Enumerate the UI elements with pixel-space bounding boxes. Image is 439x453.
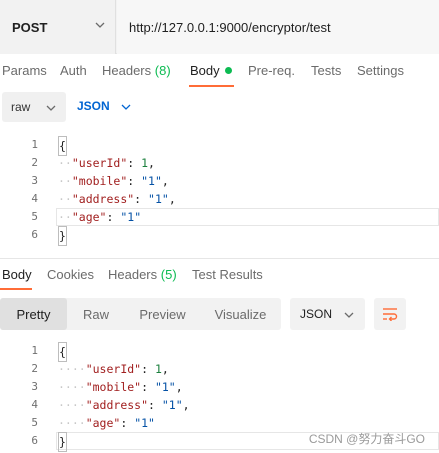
tab-headers-count: (8) [154,63,171,78]
line-number: 1 [31,344,38,357]
view-mode-raw[interactable]: Raw [67,298,125,330]
line-number: 5 [31,210,38,223]
line-number: 6 [31,228,38,241]
code-text: ····"mobile": "1", [58,380,183,394]
view-mode-visualize[interactable]: Visualize [200,298,281,330]
code-text: ··"age": "1" [58,210,142,224]
code-text: ····"age": "1" [58,416,155,430]
chevron-down-icon [121,104,131,110]
view-mode-segmented: Pretty Raw Preview Visualize [0,298,281,330]
request-tabs: Params Auth Headers (8) Body Pre-req. Te… [0,58,439,88]
code-text: } [58,432,67,452]
request-body-editor[interactable]: 1 { 2 ··"userId": 1, 3 ··"mobile": "1", … [0,136,439,248]
response-tab-test-results[interactable]: Test Results [192,267,263,282]
code-text: ··"address": "1", [58,192,176,206]
line-number: 5 [31,416,38,429]
code-text: ··"mobile": "1", [58,174,169,188]
line-number: 4 [31,192,38,205]
url-input[interactable]: http://127.0.0.1:9000/encryptor/test [117,0,439,54]
body-modified-dot [224,67,232,75]
code-text: ····"userId": 1, [58,362,169,376]
wrap-lines-button[interactable] [374,298,406,330]
tab-tests[interactable]: Tests [311,63,341,78]
view-mode-pretty[interactable]: Pretty [0,298,67,330]
code-line: 4 ····"address": "1", [0,396,439,414]
line-number: 2 [31,156,38,169]
tab-auth[interactable]: Auth [60,63,87,78]
tab-body[interactable]: Body [190,63,232,78]
code-line: 1 { [0,136,439,156]
line-number: 3 [31,174,38,187]
tab-settings[interactable]: Settings [357,63,404,78]
response-tab-headers[interactable]: Headers (5) [108,267,177,282]
code-text: ··"userId": 1, [58,156,155,170]
active-response-tab-indicator [0,288,32,290]
code-line: 5 ··"age": "1" [0,208,439,226]
tab-headers-label: Headers [102,63,152,78]
watermark: CSDN @努力奋斗GO [308,432,425,446]
line-number: 1 [31,138,38,151]
body-mode-select[interactable]: raw [2,92,66,122]
code-text: ····"address": "1", [58,398,190,412]
code-line: 6 } [0,226,439,246]
code-line: 3 ····"mobile": "1", [0,378,439,396]
method-select[interactable]: POST [0,0,116,54]
body-mode-label: raw [11,100,31,114]
wrap-lines-icon [383,308,398,321]
request-bar: POST http://127.0.0.1:9000/encryptor/tes… [0,0,439,54]
tab-body-label: Body [190,63,220,78]
tab-headers[interactable]: Headers (8) [102,63,171,78]
tab-params[interactable]: Params [2,63,47,78]
chevron-down-icon [46,105,56,111]
line-number: 4 [31,398,38,411]
chevron-down-icon [344,312,354,318]
code-line: 2 ····"userId": 1, [0,360,439,378]
body-language-select[interactable]: JSON [77,99,131,113]
response-tab-headers-count: (5) [160,267,177,282]
active-tab-indicator [189,85,234,87]
code-line: 3 ··"mobile": "1", [0,172,439,190]
code-text: } [58,226,67,246]
code-line: 2 ··"userId": 1, [0,154,439,172]
response-format-label: JSON [300,307,333,321]
tab-pre-request[interactable]: Pre-req. [248,63,295,78]
code-line: 1 { [0,342,439,362]
chevron-down-icon [95,22,105,28]
url-text: http://127.0.0.1:9000/encryptor/test [129,19,331,35]
response-tab-headers-label: Headers [108,267,158,282]
response-tab-body[interactable]: Body [2,267,32,282]
response-view-toolbar: Pretty Raw Preview Visualize JSON [0,298,439,332]
line-number: 3 [31,380,38,393]
response-tab-cookies[interactable]: Cookies [47,267,94,282]
code-line: 4 ··"address": "1", [0,190,439,208]
line-number: 6 [31,434,38,447]
body-language-label: JSON [77,99,110,113]
line-number: 2 [31,362,38,375]
pane-divider[interactable] [0,258,439,259]
response-format-select[interactable]: JSON [290,298,365,330]
response-tabs: Body Cookies Headers (5) Test Results [0,262,439,292]
code-text: { [58,342,67,362]
body-options: raw JSON [0,90,439,124]
view-mode-preview[interactable]: Preview [125,298,200,330]
code-text: { [58,136,67,156]
method-label: POST [12,19,48,35]
